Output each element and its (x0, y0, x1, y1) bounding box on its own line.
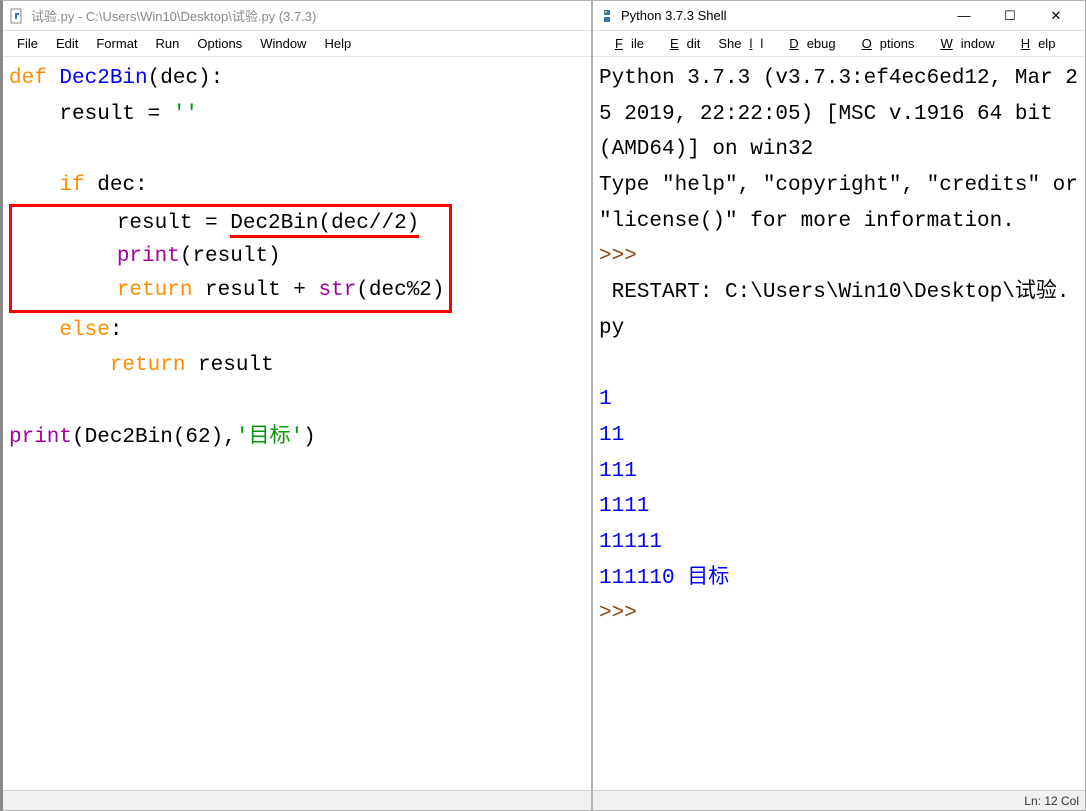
string-literal: '目标' (236, 426, 303, 449)
editor-titlebar[interactable]: 试验.py - C:\Users\Win10\Desktop\试验.py (3.… (3, 1, 591, 31)
string-literal: '' (173, 103, 198, 126)
shell-title: Python 3.7.3 Shell (621, 8, 941, 23)
status-text: Ln: 12 Col (1024, 794, 1079, 808)
shell-content[interactable]: Python 3.7.3 (v3.7.3:ef4ec6ed12, Mar 25 … (593, 57, 1085, 790)
kw-def: def (9, 67, 47, 90)
editor-window: 试验.py - C:\Users\Win10\Desktop\试验.py (3.… (0, 0, 592, 811)
menu-options[interactable]: Options (189, 34, 250, 53)
code-text: result (185, 354, 273, 377)
shell-banner: Python 3.7.3 (v3.7.3:ef4ec6ed12, Mar 25 … (599, 67, 1078, 161)
code-area[interactable]: def Dec2Bin(dec): result = '' if dec: re… (3, 57, 591, 459)
output-line: 111 (599, 460, 637, 483)
menu-window[interactable]: Window (252, 34, 314, 53)
code-text: (result) (180, 245, 281, 268)
code-text: dec: (85, 174, 148, 197)
python-file-icon (9, 8, 25, 24)
minimize-button[interactable]: — (941, 1, 987, 31)
kw-return: return (110, 354, 186, 377)
shell-output[interactable]: Python 3.7.3 (v3.7.3:ef4ec6ed12, Mar 25 … (593, 57, 1085, 636)
recursive-call: Dec2Bin(dec//2) (230, 212, 419, 238)
shell-statusbar: Ln: 12 Col (593, 790, 1085, 810)
kw-if: if (59, 174, 84, 197)
output-line: 1111 (599, 495, 649, 518)
code-text: result + (192, 279, 318, 302)
code-text: (dec%2) (356, 279, 444, 302)
output-line: 1 (599, 388, 612, 411)
menu-format[interactable]: Format (88, 34, 145, 53)
editor-content[interactable]: def Dec2Bin(dec): result = '' if dec: re… (3, 57, 591, 790)
menu-file[interactable]: File (9, 34, 46, 53)
menu-debug[interactable]: Debug (773, 34, 843, 53)
shell-window: Python 3.7.3 Shell — ☐ ✕ File Edit Shell… (592, 0, 1086, 811)
menu-edit[interactable]: Edit (48, 34, 86, 53)
code-text: (dec): (148, 67, 224, 90)
menu-window[interactable]: Window (924, 34, 1002, 53)
editor-menubar: File Edit Format Run Options Window Help (3, 31, 591, 57)
menu-edit[interactable]: Edit (654, 34, 708, 53)
kw-else: else (59, 319, 109, 342)
builtin-str: str (318, 279, 356, 302)
code-text: result = (9, 103, 173, 126)
maximize-button[interactable]: ☐ (987, 1, 1033, 31)
menu-options[interactable]: Options (846, 34, 923, 53)
close-button[interactable]: ✕ (1033, 1, 1079, 31)
shell-titlebar[interactable]: Python 3.7.3 Shell — ☐ ✕ (593, 1, 1085, 31)
code-text: (Dec2Bin(62), (72, 426, 236, 449)
shell-restart: RESTART: C:\Users\Win10\Desktop\试验.py (599, 281, 1069, 340)
shell-menubar: File Edit Shell Debug Options Window Hel… (593, 31, 1085, 57)
output-line: 11 (599, 424, 624, 447)
editor-statusbar (3, 790, 591, 810)
shell-prompt: >>> (599, 602, 649, 625)
editor-title: 试验.py - C:\Users\Win10\Desktop\试验.py (3.… (31, 6, 585, 25)
highlighted-box: result = Dec2Bin(dec//2) print(result) r… (9, 204, 452, 313)
menu-run[interactable]: Run (148, 34, 188, 53)
shell-help: Type "help", "copyright", "credits" or "… (599, 174, 1085, 233)
code-text: : (110, 319, 123, 342)
menu-help[interactable]: Help (316, 34, 359, 53)
fn-name: Dec2Bin (59, 67, 147, 90)
builtin-print: print (9, 426, 72, 449)
code-text: ) (303, 426, 316, 449)
menu-help[interactable]: Help (1005, 34, 1064, 53)
menu-shell[interactable]: Shell (710, 34, 771, 53)
window-controls: — ☐ ✕ (941, 1, 1079, 31)
shell-prompt: >>> (599, 245, 649, 268)
python-shell-icon (599, 8, 615, 24)
kw-return: return (117, 279, 193, 302)
menu-file[interactable]: File (599, 34, 652, 53)
builtin-print: print (117, 245, 180, 268)
output-line: 11111 (599, 531, 662, 554)
output-line: 111110 目标 (599, 567, 729, 590)
